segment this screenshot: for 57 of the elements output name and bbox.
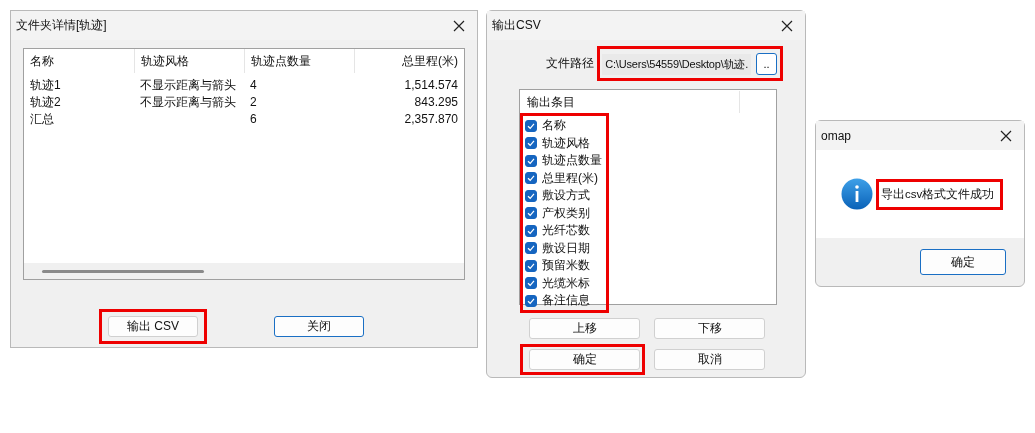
- dialog-button[interactable]: 上移: [529, 318, 640, 339]
- message-text: 导出csv格式文件成功: [881, 187, 995, 200]
- checkbox-label: 名称: [542, 117, 566, 135]
- checkbox[interactable]: [525, 294, 537, 307]
- info-icon: [841, 178, 873, 210]
- dialog-button[interactable]: 下移: [654, 318, 765, 339]
- checkbox-label: 备注信息: [542, 292, 590, 310]
- table-cell-text: 不显示距离与箭头: [139, 77, 237, 94]
- checkbox-label: 敷设方式: [542, 187, 590, 205]
- close-icon[interactable]: [781, 19, 793, 32]
- checkbox[interactable]: [525, 154, 537, 167]
- checkbox-label: 产权类别: [542, 204, 590, 222]
- table-cell-text: 轨迹2: [29, 94, 62, 111]
- column-header[interactable]: 轨迹点数量: [244, 49, 354, 73]
- table-cell-text: 1,514.574: [403, 77, 459, 94]
- dialog-button[interactable]: 输出 CSV: [108, 316, 198, 337]
- close-icon[interactable]: [453, 19, 465, 32]
- window-title: omap: [821, 128, 852, 143]
- column-header[interactable]: 输出条目: [527, 95, 575, 109]
- column-header[interactable]: 名称: [24, 49, 134, 73]
- table-cell-text: 汇总: [29, 111, 55, 128]
- scrollbar-thumb[interactable]: [42, 269, 204, 273]
- checkbox[interactable]: [525, 137, 537, 150]
- table-cell-text: 2: [249, 94, 258, 111]
- column-header[interactable]: 总里程(米): [354, 49, 464, 73]
- table-cell-text: 轨迹1: [29, 77, 62, 94]
- checkbox[interactable]: [525, 277, 537, 290]
- close-icon[interactable]: [1000, 129, 1012, 142]
- window-title: 文件夹详情[轨迹]: [16, 17, 107, 34]
- checkbox-label: 光缆米标: [542, 274, 590, 292]
- checkbox-label: 预留米数: [542, 257, 590, 275]
- table-cell-text: 6: [249, 111, 258, 128]
- checkbox-label: 光纤芯数: [542, 222, 590, 240]
- browse-button[interactable]: ..: [756, 53, 777, 75]
- checkbox-label: 总里程(米): [542, 169, 598, 187]
- checkbox[interactable]: [525, 207, 537, 220]
- dialog-button[interactable]: 取消: [654, 349, 765, 370]
- checkbox[interactable]: [525, 224, 537, 237]
- dialog-button[interactable]: 关闭: [274, 316, 364, 337]
- table-cell-text: 2,357.870: [403, 111, 459, 128]
- path-field[interactable]: C:\Users\54559\Desktop\轨迹.: [602, 53, 751, 75]
- window-title: 输出CSV: [492, 17, 541, 34]
- table-cell-text: 4: [249, 77, 258, 94]
- checkbox-label: 轨迹风格: [542, 134, 590, 152]
- checkbox[interactable]: [525, 119, 537, 132]
- table-cell-text: 843.295: [413, 94, 459, 111]
- dialog-button[interactable]: 确定: [529, 349, 640, 370]
- checkbox[interactable]: [525, 189, 537, 202]
- ok-button[interactable]: 确定: [920, 249, 1006, 275]
- table-cell-text: 不显示距离与箭头: [139, 94, 237, 111]
- checkbox-label: 轨迹点数量: [542, 152, 602, 170]
- field-label: 文件路径: [546, 55, 595, 72]
- checkbox[interactable]: [525, 259, 537, 272]
- checkbox[interactable]: [525, 242, 537, 255]
- checkbox[interactable]: [525, 172, 537, 185]
- column-header[interactable]: 轨迹风格: [134, 49, 244, 73]
- checkbox-label: 敷设日期: [542, 239, 590, 257]
